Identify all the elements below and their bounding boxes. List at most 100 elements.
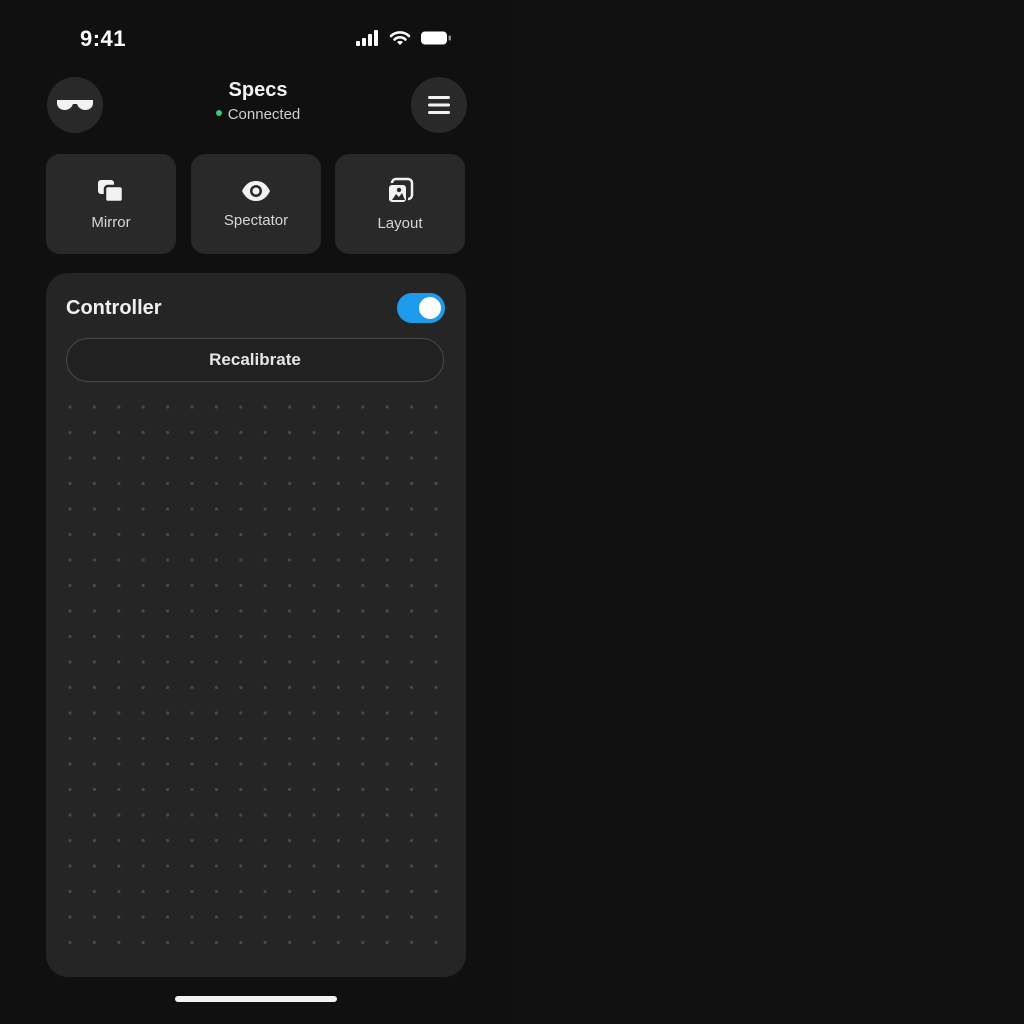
touchpad-dot <box>68 838 72 843</box>
touchpad-dot <box>190 430 194 435</box>
touchpad-dot <box>288 507 292 511</box>
touchpad-dot <box>385 507 389 511</box>
touchpad-dot <box>361 456 365 460</box>
touchpad-dot <box>385 762 389 766</box>
touchpad-dot <box>141 864 145 868</box>
touchpad-dot <box>166 915 170 919</box>
touchpad-dot <box>288 762 292 766</box>
mode-tile-layout[interactable]: Layout <box>335 154 465 254</box>
touchpad-dot <box>68 864 72 868</box>
touchpad-dot <box>117 864 121 868</box>
touchpad-dot <box>141 711 145 715</box>
touchpad-dot <box>214 838 218 843</box>
recalibrate-button[interactable]: Recalibrate <box>66 338 444 382</box>
touchpad-dot <box>117 838 121 843</box>
touchpad-dot <box>288 736 292 741</box>
touchpad-dot <box>68 609 72 613</box>
touchpad-dot <box>166 889 170 894</box>
touchpad-dot <box>190 405 194 409</box>
touchpad-dot <box>141 940 145 945</box>
glasses-button[interactable] <box>47 77 103 133</box>
touchpad-dot <box>239 405 243 409</box>
touchpad-dot <box>434 609 438 613</box>
background-area <box>512 0 1024 1024</box>
touchpad-dot <box>92 864 96 868</box>
touchpad-dot <box>410 813 414 817</box>
touchpad-dot <box>336 864 340 868</box>
touchpad-dot <box>434 838 438 843</box>
touchpad-dot <box>117 711 121 715</box>
touchpad-dot <box>336 507 340 511</box>
touchpad-dot <box>312 558 316 562</box>
touchpad-dot <box>190 762 194 766</box>
touchpad-dot <box>166 558 170 562</box>
touchpad-dot <box>385 481 389 486</box>
device-name: Specs <box>228 79 288 101</box>
touchpad-dot <box>117 456 121 460</box>
touchpad-dot <box>288 864 292 868</box>
touchpad-dot <box>288 532 292 537</box>
touchpad-dot <box>68 507 72 511</box>
menu-button[interactable] <box>411 77 467 133</box>
touchpad-dot <box>214 532 218 537</box>
touchpad-dot <box>166 864 170 868</box>
touchpad-dot <box>141 583 145 588</box>
touchpad-dot <box>361 405 365 409</box>
touchpad-dot <box>434 430 438 435</box>
touchpad-dot <box>92 405 96 409</box>
touchpad-dot <box>239 940 243 945</box>
touchpad-dot <box>361 558 365 562</box>
touchpad-dot <box>336 762 340 766</box>
touchpad-dot <box>434 915 438 919</box>
touchpad-dot <box>166 634 170 639</box>
touchpad-dot <box>92 762 96 766</box>
touchpad-dot <box>92 889 96 894</box>
touchpad-dot <box>117 583 121 588</box>
touchpad-area[interactable] <box>60 397 450 957</box>
touchpad-dot <box>312 838 316 843</box>
touchpad-dot <box>141 813 145 817</box>
touchpad-dot <box>434 889 438 894</box>
touchpad-dot <box>263 583 267 588</box>
touchpad-dot <box>336 940 340 945</box>
touchpad-dot <box>263 736 267 741</box>
touchpad-dot <box>434 558 438 562</box>
mode-tile-mirror[interactable]: Mirror <box>46 154 176 254</box>
touchpad-dot <box>288 456 292 460</box>
touchpad-dot <box>385 889 389 894</box>
touchpad-dot <box>166 532 170 537</box>
touchpad-dot <box>92 558 96 562</box>
touchpad-dot <box>288 660 292 664</box>
touchpad-dot <box>214 889 218 894</box>
glasses-icon <box>57 100 93 110</box>
touchpad-dot <box>361 711 365 715</box>
touchpad-dot <box>190 787 194 792</box>
touchpad-dot <box>68 813 72 817</box>
touchpad-dot <box>263 609 267 613</box>
touchpad-dot <box>410 787 414 792</box>
mode-tile-spectator[interactable]: Spectator <box>191 154 321 254</box>
touchpad-dot <box>312 940 316 945</box>
touchpad-dot <box>361 609 365 613</box>
touchpad-dot <box>385 634 389 639</box>
touchpad-dot <box>117 915 121 919</box>
touchpad-dot <box>92 736 96 741</box>
touchpad-dot <box>336 787 340 792</box>
touchpad-dot <box>68 736 72 741</box>
home-indicator[interactable] <box>175 996 337 1002</box>
touchpad-dot <box>190 634 194 639</box>
controller-toggle[interactable] <box>397 293 445 323</box>
touchpad-dot <box>141 456 145 460</box>
touchpad-dot <box>239 915 243 919</box>
touchpad-dot <box>214 481 218 486</box>
touchpad-dot <box>263 787 267 792</box>
touchpad-dot <box>312 711 316 715</box>
touchpad-dot <box>361 430 365 435</box>
touchpad-dot <box>312 634 316 639</box>
touchpad-dot <box>190 864 194 868</box>
touchpad-dot <box>190 736 194 741</box>
touchpad-dot <box>361 685 365 690</box>
touchpad-dot <box>239 813 243 817</box>
touchpad-dot <box>410 430 414 435</box>
touchpad-dot <box>239 634 243 639</box>
